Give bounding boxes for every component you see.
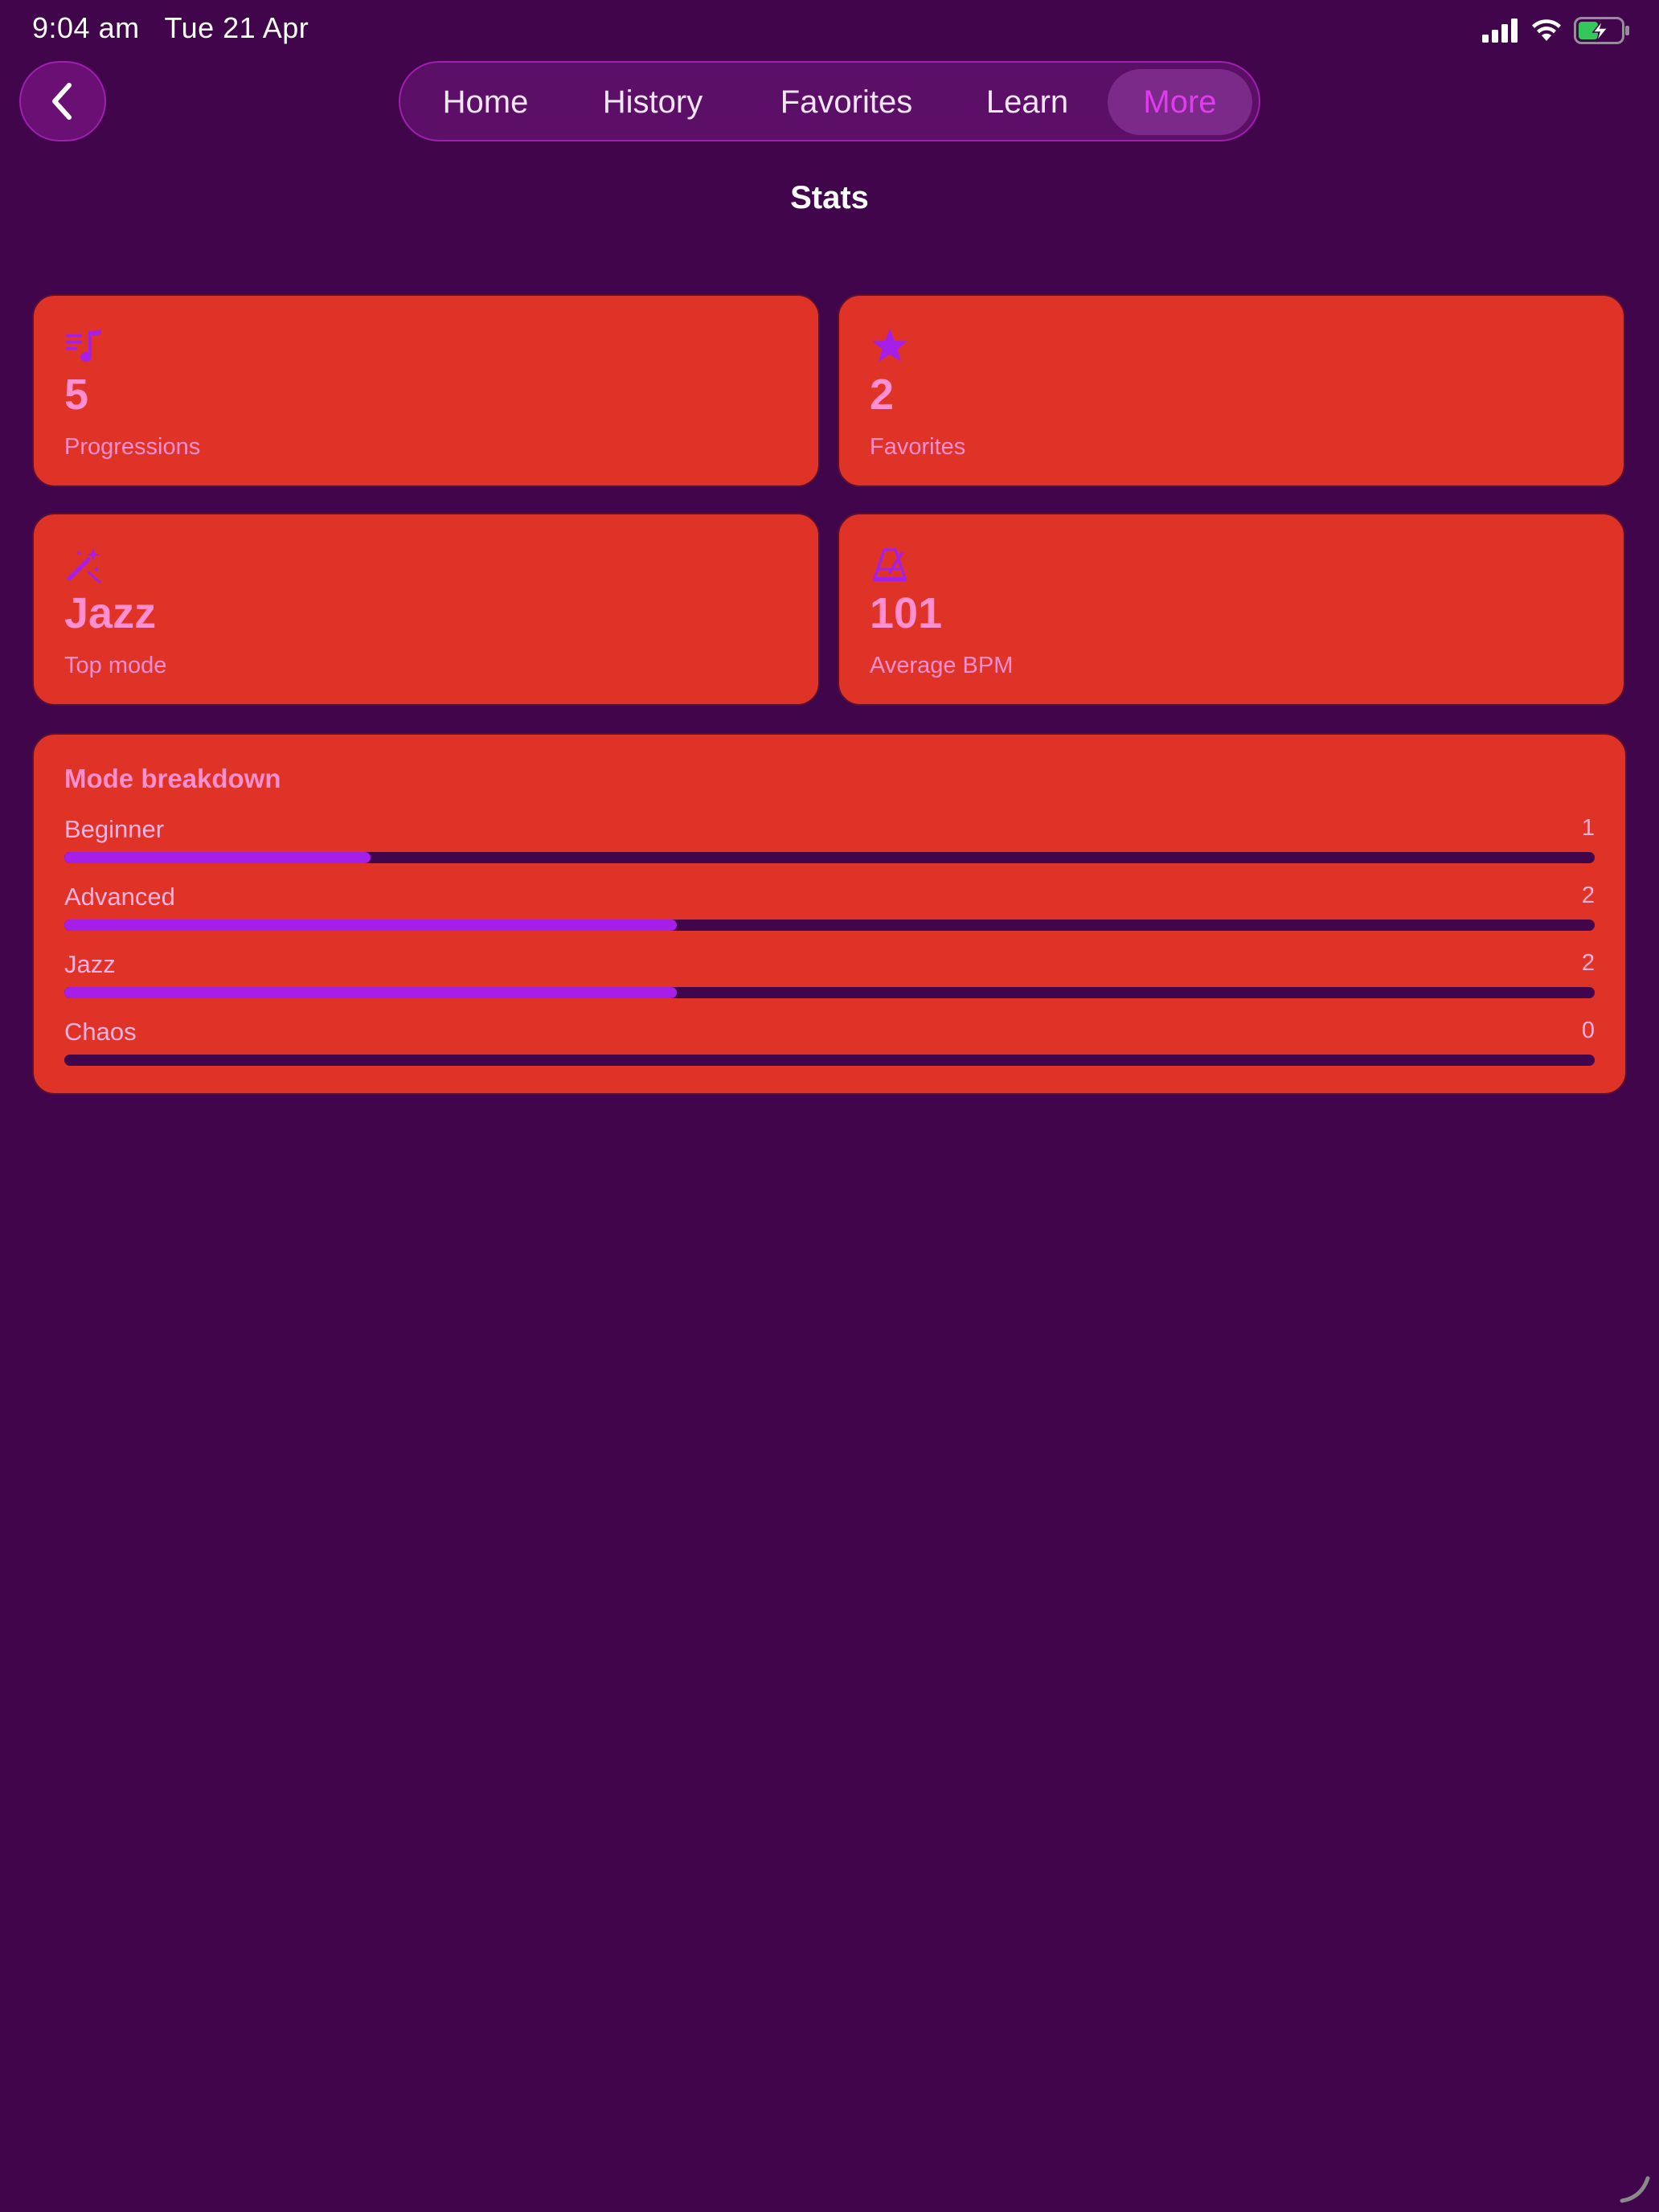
mode-name: Chaos [64, 1018, 137, 1046]
tab-more[interactable]: More [1108, 69, 1252, 135]
status-date: Tue 21 Apr [164, 11, 309, 44]
tab-home[interactable]: Home [421, 69, 550, 135]
mode-count: 2 [1581, 883, 1595, 908]
page-title: Stats [790, 180, 869, 215]
mode-count: 0 [1581, 1018, 1595, 1043]
playlist-music-icon [66, 330, 101, 362]
stat-value: 5 [64, 371, 89, 419]
mode-progress-fill [64, 987, 677, 998]
stat-label: Top mode [64, 653, 167, 678]
tab-learn[interactable]: Learn [963, 69, 1092, 135]
mode-breakdown-card: Mode breakdown Beginner 1 Advanced 2 Jaz… [32, 733, 1627, 1095]
tab-history[interactable]: History [582, 69, 723, 135]
mode-progress-track [64, 852, 1595, 863]
status-bar: 9:04 am Tue 21 Apr [0, 0, 1659, 58]
stat-card-top-mode: Jazz Top mode [32, 513, 820, 706]
wifi-icon [1532, 19, 1561, 41]
mode-name: Beginner [64, 815, 165, 843]
mode-progress-track [64, 1055, 1595, 1066]
battery-charging-icon [1574, 17, 1629, 44]
mode-name: Jazz [64, 950, 116, 978]
status-clock: 9:04 am [32, 11, 140, 44]
back-button[interactable] [19, 61, 106, 141]
mode-progress-track [64, 987, 1595, 998]
mode-progress-fill [64, 920, 677, 931]
stat-value: Jazz [64, 589, 157, 637]
stat-card-favorites: 2 Favorites [838, 294, 1625, 487]
mode-progress-track [64, 920, 1595, 931]
magic-wand-icon [67, 548, 101, 584]
stat-label: Progressions [64, 434, 201, 460]
stat-card-progressions: 5 Progressions [32, 294, 820, 487]
stat-value: 101 [870, 589, 943, 637]
metronome-icon [873, 548, 907, 581]
stat-label: Favorites [870, 434, 966, 460]
star-icon [872, 329, 907, 362]
cellular-signal-icon [1482, 18, 1518, 43]
chevron-left-icon [52, 83, 72, 120]
main-tab-bar: Home History Favorites Learn More [399, 61, 1260, 141]
mode-row-jazz: Jazz 2 [64, 950, 1595, 1006]
stat-value: 2 [870, 371, 895, 419]
mode-count: 2 [1581, 950, 1595, 976]
mode-count: 1 [1581, 815, 1595, 841]
tab-favorites[interactable]: Favorites [764, 69, 929, 135]
stat-label: Average BPM [870, 653, 1014, 678]
mode-progress-fill [64, 852, 371, 863]
mode-row-advanced: Advanced 2 [64, 883, 1595, 939]
resize-handle-icon[interactable] [1619, 2172, 1651, 2204]
breakdown-title: Mode breakdown [64, 764, 281, 793]
mode-row-beginner: Beginner 1 [64, 815, 1595, 871]
status-icons [1482, 14, 1630, 47]
stat-card-average-bpm: 101 Average BPM [838, 513, 1625, 706]
mode-row-chaos: Chaos 0 [64, 1018, 1595, 1074]
status-time: 9:04 am Tue 21 Apr [32, 11, 309, 45]
mode-name: Advanced [64, 883, 175, 911]
